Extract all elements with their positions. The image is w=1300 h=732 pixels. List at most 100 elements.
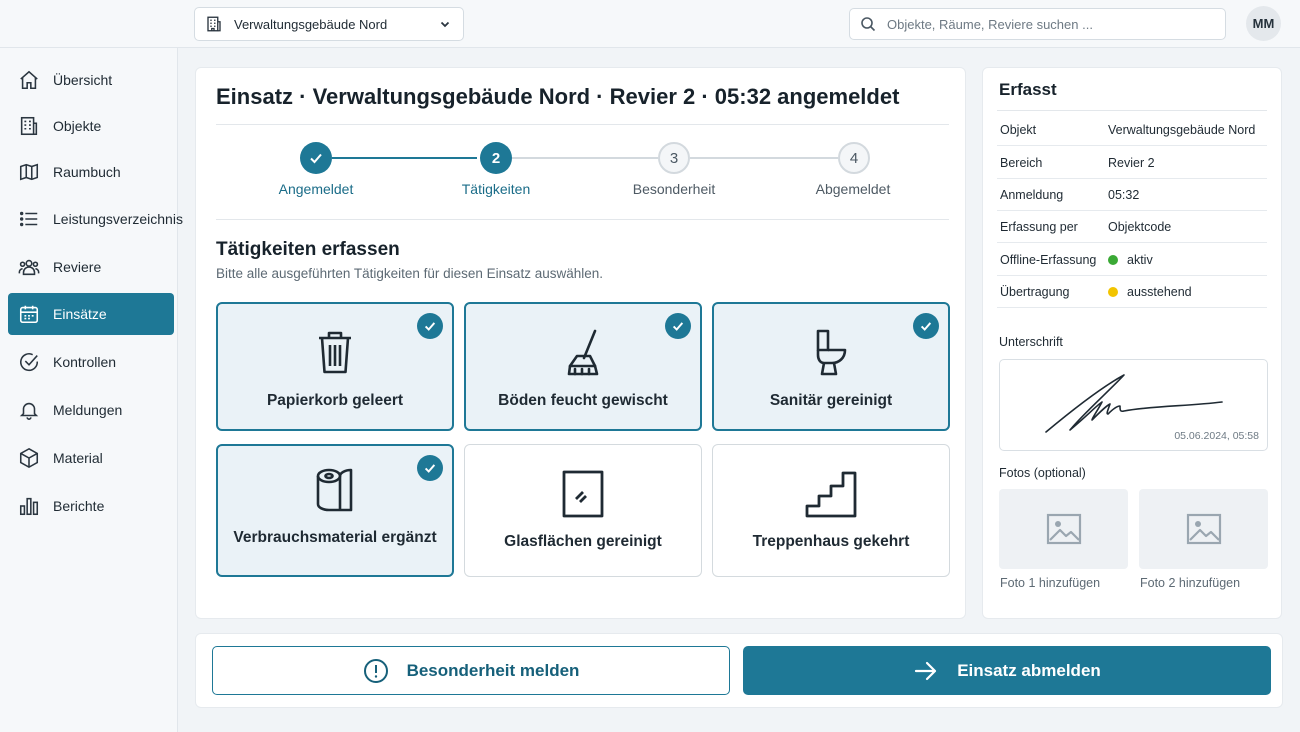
sidebar-item-kontrollen[interactable]: Kontrollen [8,341,174,383]
sidebar-item-uebersicht[interactable]: Übersicht [8,59,174,101]
summary-value: 05:32 [1108,188,1140,202]
summary-value: Revier 2 [1108,156,1155,170]
step-connector [332,157,477,159]
alert-circle-icon [363,658,389,684]
step-4-label: Abgemeldet [815,181,891,197]
summary-key: Anmeldung [1000,188,1064,202]
sidebar-item-raumbuch[interactable]: Raumbuch [8,151,174,193]
summary-row-uebertragung: Übertragung ausstehend [997,276,1267,308]
task-label: Böden feucht gewischt [498,392,668,409]
summary-key: Übertragung [1000,285,1070,299]
checkout-button[interactable]: Einsatz abmelden [743,646,1271,695]
search-input[interactable] [887,16,1207,32]
summary-row-anmeldung: Anmeldung 05:32 [997,179,1267,211]
checkout-label: Einsatz abmelden [957,660,1101,680]
summary-row-bereich: Bereich Revier 2 [997,147,1267,179]
photo-slot-1[interactable] [999,489,1128,569]
search-box [849,8,1226,40]
photo-2-caption[interactable]: Foto 2 hinzufügen [1140,576,1240,590]
sidebar-item-label: Einsätze [53,306,107,322]
sidebar-item-berichte[interactable]: Berichte [8,485,174,527]
building-icon [205,15,223,33]
map-icon [18,161,40,183]
task-label: Sanitär gereinigt [769,392,893,409]
sidebar-item-label: Kontrollen [53,354,117,370]
divider [997,110,1267,111]
home-icon [18,69,40,91]
step-1-label: Angemeldet [278,181,354,197]
step-connector [512,157,658,159]
step-3-label: Besonderheit [632,181,716,197]
sidebar-item-label: Übersicht [53,72,113,88]
summary-key: Erfassung per [1000,220,1078,234]
step-2-label: Tätigkeiten [461,181,531,197]
sidebar-item-label: Reviere [53,259,102,275]
object-select[interactable]: Verwaltungsgebäude Nord [194,7,464,41]
top-bar: Verwaltungsgebäude Nord MM [0,0,1300,48]
task-checked-icon [417,455,443,481]
report-issue-button[interactable]: Besonderheit melden [212,646,730,695]
signature-pad[interactable]: 05.06.2024, 05:58 [999,359,1268,451]
toilet-icon [810,328,852,378]
summary-card: Erfasst Objekt Verwaltungsgebäude Nord B… [982,67,1282,619]
sidebar-item-label: Objekte [53,118,102,134]
sidebar-item-material[interactable]: Material [8,437,174,479]
status-dot-yellow [1108,287,1118,297]
summary-key: Objekt [1000,123,1037,137]
status-dot-green [1108,255,1118,265]
task-checked-icon [665,313,691,339]
stairs-icon [805,469,857,519]
task-papierkorb[interactable]: Papierkorb geleert [216,302,454,431]
task-glasflaechen[interactable]: Glasflächen gereinigt [464,444,702,577]
check-circle-icon [18,351,40,373]
trash-icon [314,328,356,378]
bar-chart-icon [18,495,40,517]
task-label: Glasflächen gereinigt [504,533,662,550]
step-connector [690,157,838,159]
task-treppenhaus[interactable]: Treppenhaus gekehrt [712,444,950,577]
section-title: Tätigkeiten erfassen [216,239,400,260]
summary-title: Erfasst [999,80,1057,99]
task-checked-icon [913,313,939,339]
broom-icon [562,328,604,378]
sidebar-item-label: Meldungen [53,402,123,418]
bell-icon [18,399,40,421]
step-1-circle [300,142,332,174]
photos-label: Fotos (optional) [999,466,1086,480]
sidebar-item-einsaetze[interactable]: Einsätze [8,293,174,335]
step-3-circle: 3 [658,142,690,174]
photo-1-caption[interactable]: Foto 1 hinzufügen [1000,576,1100,590]
team-icon [18,256,40,278]
sidebar: Übersicht Objekte Raumbuch Leistungsverz… [0,48,183,732]
summary-row-offline: Offline-Erfassung aktiv [997,244,1267,276]
toilet-paper-icon [314,466,356,516]
task-checked-icon [417,313,443,339]
summary-value: Verwaltungsgebäude Nord [1108,123,1256,137]
report-issue-label: Besonderheit melden [406,660,580,680]
sidebar-item-meldungen[interactable]: Meldungen [8,389,174,431]
calendar-icon [18,303,40,325]
list-icon [18,208,40,230]
photo-slot-2[interactable] [1139,489,1268,569]
summary-row-erfassung: Erfassung per Objektcode [997,211,1267,243]
sidebar-item-reviere[interactable]: Reviere [8,246,174,288]
sidebar-item-label: Raumbuch [53,164,121,180]
sidebar-item-label: Berichte [53,498,105,514]
summary-key: Offline-Erfassung [1000,253,1097,267]
image-placeholder-icon [1046,513,1081,545]
task-verbrauchsmaterial[interactable]: Verbrauchsmaterial ergänzt [216,444,454,577]
signature-timestamp: 05.06.2024, 05:58 [1174,430,1259,442]
object-select-value: Verwaltungsgebäude Nord [234,16,388,32]
task-label: Verbrauchsmaterial ergänzt [233,529,437,546]
assignment-card: Einsatz · Verwaltungsgebäude Nord · Revi… [195,67,966,619]
sidebar-item-leistungsverzeichnis[interactable]: Leistungsverzeichnis [8,198,183,240]
task-boeden[interactable]: Böden feucht gewischt [464,302,702,431]
avatar[interactable]: MM [1246,6,1281,41]
sidebar-item-label: Material [53,450,103,466]
sidebar-item-objekte[interactable]: Objekte [8,105,174,147]
window-icon [562,469,604,519]
task-sanitaer[interactable]: Sanitär gereinigt [712,302,950,431]
image-placeholder-icon [1186,513,1221,545]
chevron-down-icon [439,18,451,30]
divider [216,124,949,125]
